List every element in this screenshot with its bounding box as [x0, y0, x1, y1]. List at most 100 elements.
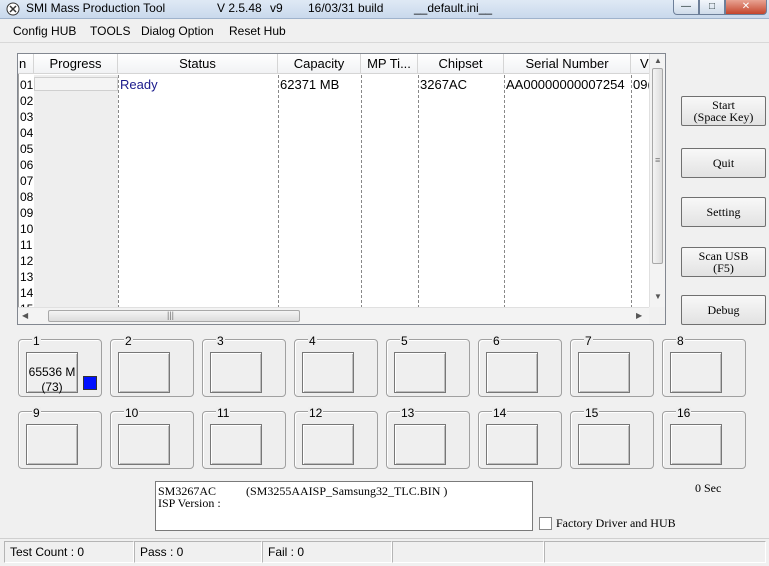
row-id[interactable]: 08: [20, 189, 34, 205]
menu-bar: Config HUB TOOLS Dialog Option Reset Hub: [0, 20, 769, 43]
row-id[interactable]: 13: [20, 269, 34, 285]
port-slot-2: 2: [110, 335, 194, 397]
row-serial: AA00000000007254: [506, 77, 625, 92]
port-detail: (73): [41, 380, 63, 394]
menu-dialog-option[interactable]: Dialog Option: [141, 24, 214, 38]
horizontal-scrollbar[interactable]: ◀ ||| ▶: [18, 307, 650, 324]
row-id[interactable]: 10: [20, 221, 34, 237]
port-number: 3: [216, 334, 225, 348]
debug-button-label: Debug: [707, 303, 740, 317]
row-id[interactable]: 06: [20, 157, 34, 173]
scroll-left-icon[interactable]: ◀: [22, 311, 28, 320]
ini-label: __default.ini__: [414, 1, 493, 15]
start-button-hint: (Space Key): [693, 110, 754, 124]
title-bar: SMI Mass Production Tool V 2.5.48 v9 16/…: [0, 0, 769, 19]
row-chipset: 3267AC: [420, 77, 467, 92]
row-id[interactable]: 05: [20, 141, 34, 157]
port-button-1[interactable]: 65536 M (73): [26, 352, 78, 394]
port-button-15[interactable]: [578, 424, 630, 465]
port-capacity: 65536 M: [28, 365, 76, 379]
port-number: 10: [124, 406, 140, 420]
row-capacity: 62371 MB: [280, 77, 340, 92]
row-id[interactable]: 11: [20, 237, 34, 253]
close-button[interactable]: ✕: [725, 0, 767, 15]
col-header-mp-time[interactable]: MP Ti...: [361, 54, 418, 74]
app-icon: [6, 2, 20, 16]
port-number: 2: [124, 334, 133, 348]
row-id[interactable]: 14: [20, 285, 34, 301]
window-title: SMI Mass Production Tool: [26, 1, 166, 15]
port-slot-5: 5: [386, 335, 470, 397]
row-id[interactable]: 02: [20, 93, 34, 109]
col-header-index[interactable]: n: [18, 54, 34, 74]
port-number: 6: [492, 334, 501, 348]
port-button-12[interactable]: [302, 424, 354, 465]
port-button-2[interactable]: [118, 352, 170, 393]
setting-button[interactable]: Setting: [681, 197, 766, 227]
scroll-right-icon[interactable]: ▶: [636, 311, 642, 320]
port-slot-1: 1 65536 M (73): [18, 335, 102, 397]
port-button-11[interactable]: [210, 424, 262, 465]
row-id[interactable]: 12: [20, 253, 34, 269]
quit-button[interactable]: Quit: [681, 148, 766, 178]
list-header: n Progress Status Capacity MP Ti... Chip…: [18, 54, 650, 74]
row-id[interactable]: 03: [20, 109, 34, 125]
minimize-button[interactable]: —: [673, 0, 699, 15]
progress-column: [34, 75, 118, 308]
status-bar: Test Count : 0 Pass : 0 Fail : 0: [0, 538, 769, 566]
progress-bar: [34, 77, 118, 91]
port-slot-10: 10: [110, 407, 194, 469]
col-header-v[interactable]: V: [631, 54, 650, 74]
port-button-10[interactable]: [118, 424, 170, 465]
debug-button[interactable]: Debug: [681, 295, 766, 325]
port-button-9[interactable]: [26, 424, 78, 465]
version-label: V 2.5.48: [217, 1, 262, 15]
port-button-5[interactable]: [394, 352, 446, 393]
port-button-3[interactable]: [210, 352, 262, 393]
scroll-corner: [649, 307, 665, 324]
scan-usb-button-hint: (F5): [713, 261, 734, 275]
port-button-8[interactable]: [670, 352, 722, 393]
port-button-4[interactable]: [302, 352, 354, 393]
port-button-16[interactable]: [670, 424, 722, 465]
vertical-scroll-thumb[interactable]: ≡: [652, 68, 663, 264]
port-number: 13: [400, 406, 416, 420]
row-id[interactable]: 07: [20, 173, 34, 189]
port-number: 4: [308, 334, 317, 348]
menu-config-hub[interactable]: Config HUB: [13, 24, 76, 38]
column-divider: [504, 75, 505, 308]
menu-reset-hub[interactable]: Reset Hub: [229, 24, 286, 38]
col-header-status[interactable]: Status: [118, 54, 278, 74]
port-number: 16: [676, 406, 692, 420]
col-header-progress[interactable]: Progress: [34, 54, 118, 74]
horizontal-scroll-thumb[interactable]: |||: [48, 310, 300, 322]
port-number: 9: [32, 406, 41, 420]
row-id[interactable]: 01: [20, 77, 34, 93]
col-header-serial[interactable]: Serial Number: [504, 54, 631, 74]
row-id[interactable]: 09: [20, 205, 34, 221]
port-number: 8: [676, 334, 685, 348]
chip-info-box[interactable]: SM3267AC (SM3255AAISP_Samsung32_TLC.BIN …: [155, 481, 533, 531]
factory-driver-label[interactable]: Factory Driver and HUB: [556, 516, 676, 531]
build-label: 16/03/31 build: [308, 1, 384, 15]
factory-driver-checkbox[interactable]: [539, 517, 552, 530]
col-header-capacity[interactable]: Capacity: [278, 54, 361, 74]
port-slot-6: 6: [478, 335, 562, 397]
scan-usb-button[interactable]: Scan USB (F5): [681, 247, 766, 277]
status-panel-empty: [392, 541, 544, 563]
port-button-7[interactable]: [578, 352, 630, 393]
col-header-chipset[interactable]: Chipset: [418, 54, 504, 74]
status-panel-empty: [544, 541, 766, 563]
list-body: 01 02 03 04 05 06 07 08 09 10 11 12 13 1…: [18, 75, 650, 308]
maximize-button[interactable]: □: [699, 0, 725, 15]
menu-tools[interactable]: TOOLS: [90, 24, 130, 38]
port-button-14[interactable]: [486, 424, 538, 465]
scroll-up-icon[interactable]: ▲: [654, 56, 662, 65]
vertical-scrollbar[interactable]: ▲ ≡ ▼: [649, 54, 665, 308]
row-id[interactable]: 04: [20, 125, 34, 141]
scroll-down-icon[interactable]: ▼: [654, 292, 662, 301]
port-button-6[interactable]: [486, 352, 538, 393]
start-button[interactable]: Start (Space Key): [681, 96, 766, 126]
device-list[interactable]: n Progress Status Capacity MP Ti... Chip…: [17, 53, 666, 325]
port-button-13[interactable]: [394, 424, 446, 465]
